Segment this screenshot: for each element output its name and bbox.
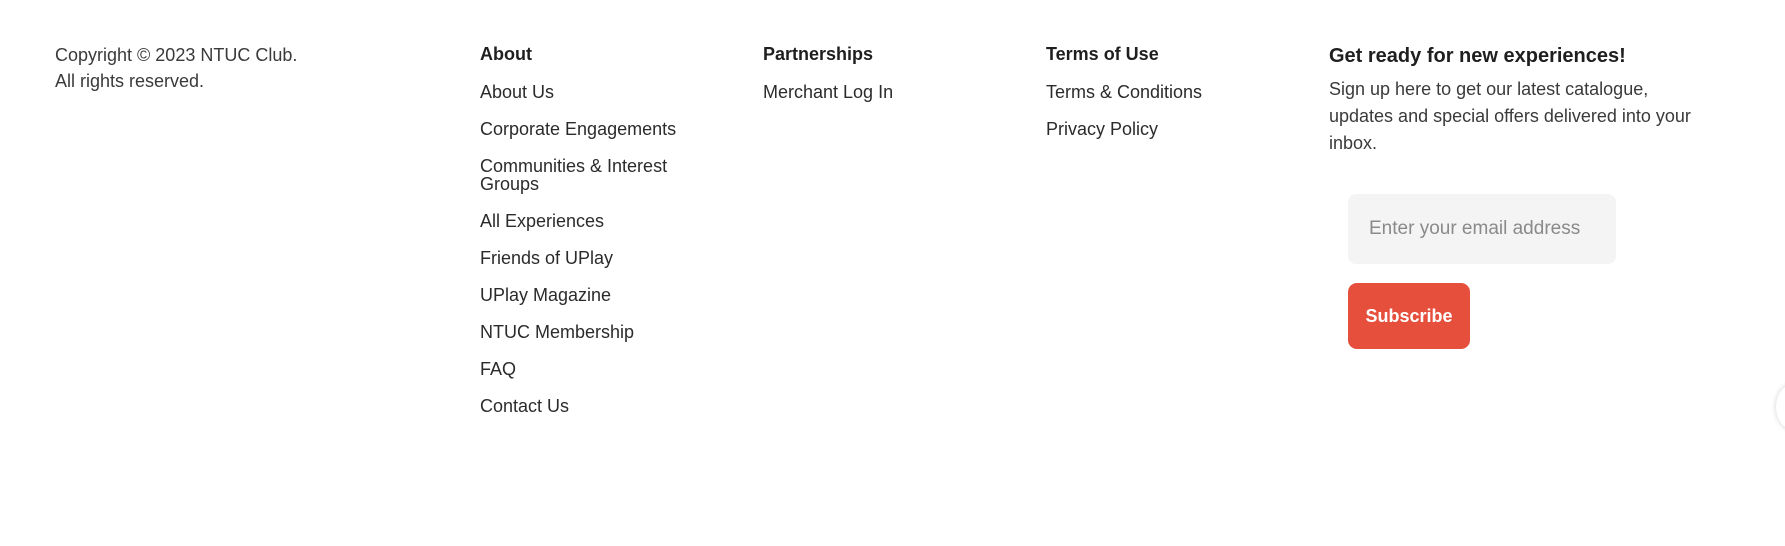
- faq-link[interactable]: FAQ: [480, 360, 720, 378]
- contact-us-link[interactable]: Contact Us: [480, 397, 720, 415]
- subscribe-button[interactable]: Subscribe: [1348, 283, 1470, 349]
- about-column: About About Us Corporate Engagements Com…: [480, 42, 720, 434]
- email-input[interactable]: [1348, 194, 1616, 264]
- merchant-log-in-link[interactable]: Merchant Log In: [763, 83, 1003, 101]
- about-us-link[interactable]: About Us: [480, 83, 720, 101]
- copyright-line-1: Copyright © 2023 NTUC Club.: [55, 45, 298, 65]
- site-footer: Copyright © 2023 NTUC Club. All rights r…: [0, 0, 1785, 546]
- corporate-engagements-link[interactable]: Corporate Engagements: [480, 120, 720, 138]
- newsletter-title: Get ready for new experiences!: [1329, 45, 1626, 67]
- terms-column: Terms of Use Terms & Conditions Privacy …: [1046, 42, 1286, 157]
- ntuc-membership-link[interactable]: NTUC Membership: [480, 323, 720, 341]
- privacy-policy-link[interactable]: Privacy Policy: [1046, 120, 1286, 138]
- communities-interest-groups-link[interactable]: Communities & Interest Groups: [480, 157, 710, 193]
- all-experiences-link[interactable]: All Experiences: [480, 212, 720, 230]
- terms-heading: Terms of Use: [1046, 44, 1159, 64]
- partnerships-column: Partnerships Merchant Log In: [763, 42, 1003, 120]
- newsletter-section: Get ready for new experiences! Sign up h…: [1329, 42, 1709, 157]
- terms-conditions-link[interactable]: Terms & Conditions: [1046, 83, 1286, 101]
- partnerships-heading: Partnerships: [763, 44, 874, 64]
- newsletter-description: Sign up here to get our latest catalogue…: [1329, 79, 1691, 153]
- friends-of-uplay-link[interactable]: Friends of UPlay: [480, 249, 720, 267]
- copyright: Copyright © 2023 NTUC Club. All rights r…: [55, 42, 297, 94]
- uplay-magazine-link[interactable]: UPlay Magazine: [480, 286, 720, 304]
- chat-widget-button[interactable]: [1776, 384, 1785, 430]
- copyright-line-2: All rights reserved.: [55, 71, 205, 91]
- about-heading: About: [480, 44, 532, 64]
